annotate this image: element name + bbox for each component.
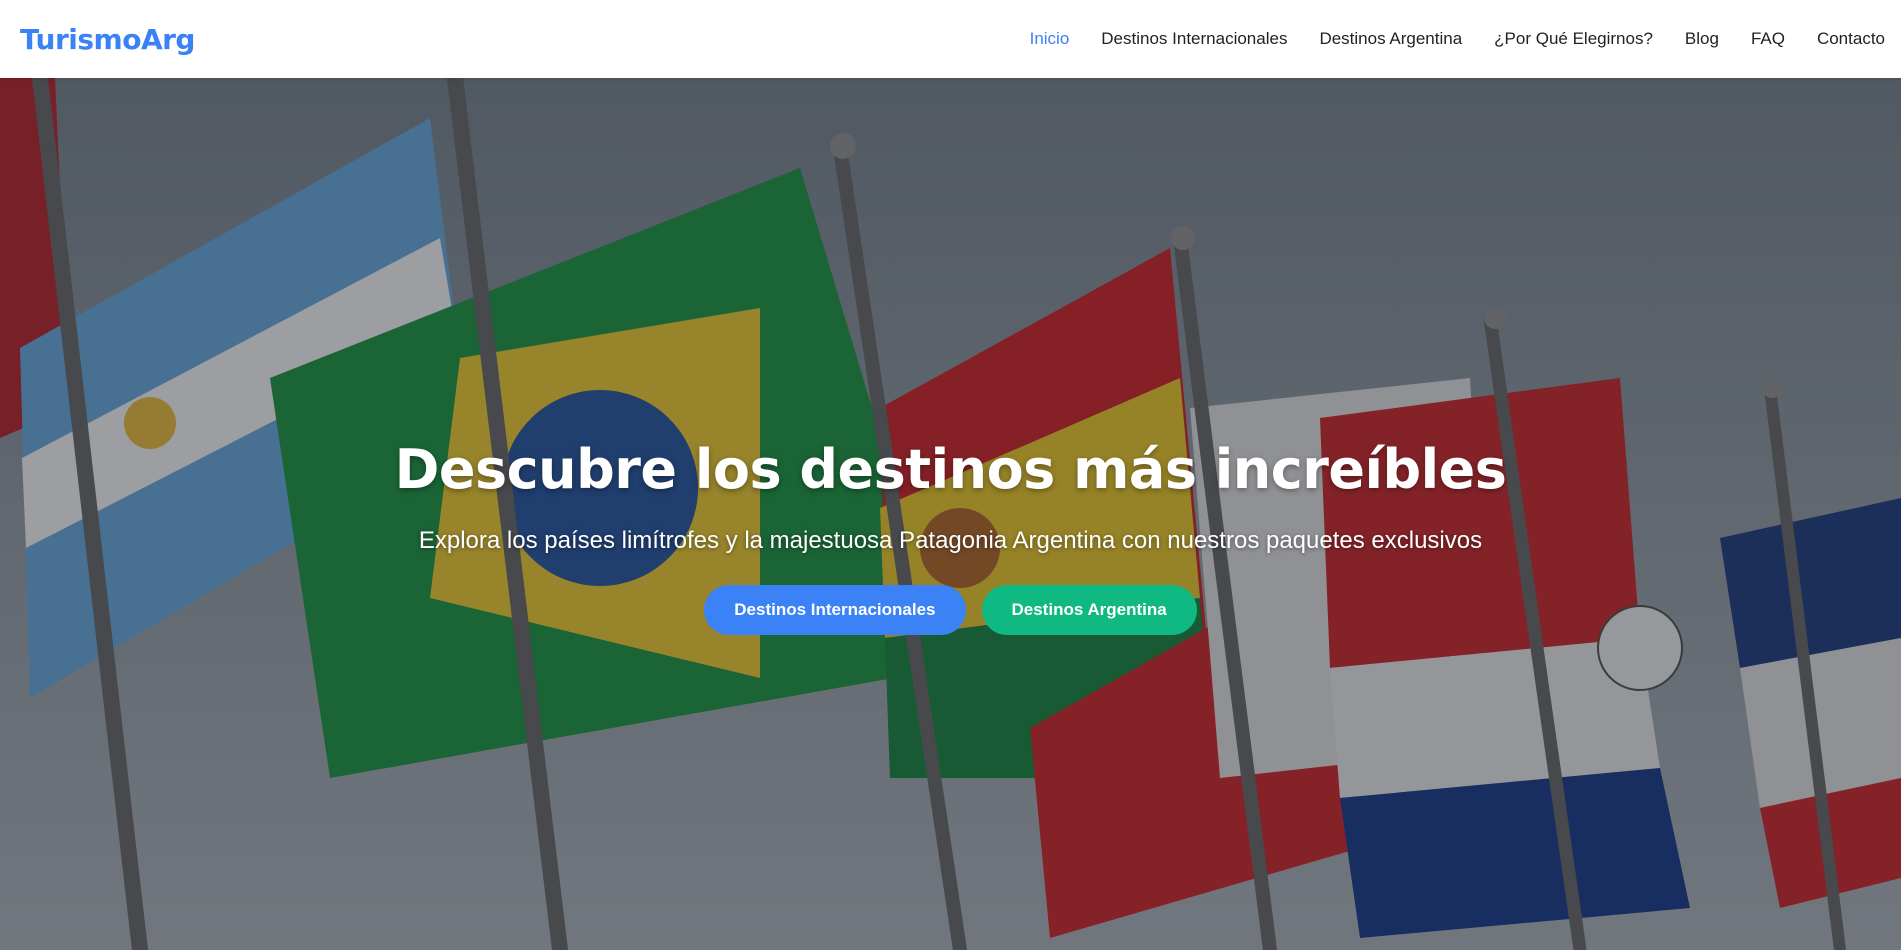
nav-item-inicio[interactable]: Inicio [1030,29,1070,49]
hero-title: Descubre los destinos más increíbles [394,438,1507,501]
hero-buttons: Destinos Internacionales Destinos Argent… [0,585,1901,635]
brand-logo[interactable]: TurismoArg [20,23,195,56]
hero-section: Descubre los destinos más increíbles Exp… [0,78,1901,950]
nav-menu: Inicio Destinos Internacionales Destinos… [998,29,1885,49]
hero-content: Descubre los destinos más increíbles Exp… [0,438,1901,635]
nav-item-faq[interactable]: FAQ [1751,29,1785,49]
hero-subtitle: Explora los países limítrofes y la majes… [418,527,1483,554]
destinos-argentina-button[interactable]: Destinos Argentina [981,585,1197,635]
nav-item-contacto[interactable]: Contacto [1817,29,1885,49]
navbar: TurismoArg Inicio Destinos Internacional… [0,0,1901,78]
nav-item-por-que-elegirnos[interactable]: ¿Por Qué Elegirnos? [1494,29,1653,49]
nav-item-blog[interactable]: Blog [1685,29,1719,49]
nav-item-destinos-argentina[interactable]: Destinos Argentina [1319,29,1462,49]
destinos-internacionales-button[interactable]: Destinos Internacionales [704,585,966,635]
nav-item-destinos-internacionales[interactable]: Destinos Internacionales [1101,29,1287,49]
